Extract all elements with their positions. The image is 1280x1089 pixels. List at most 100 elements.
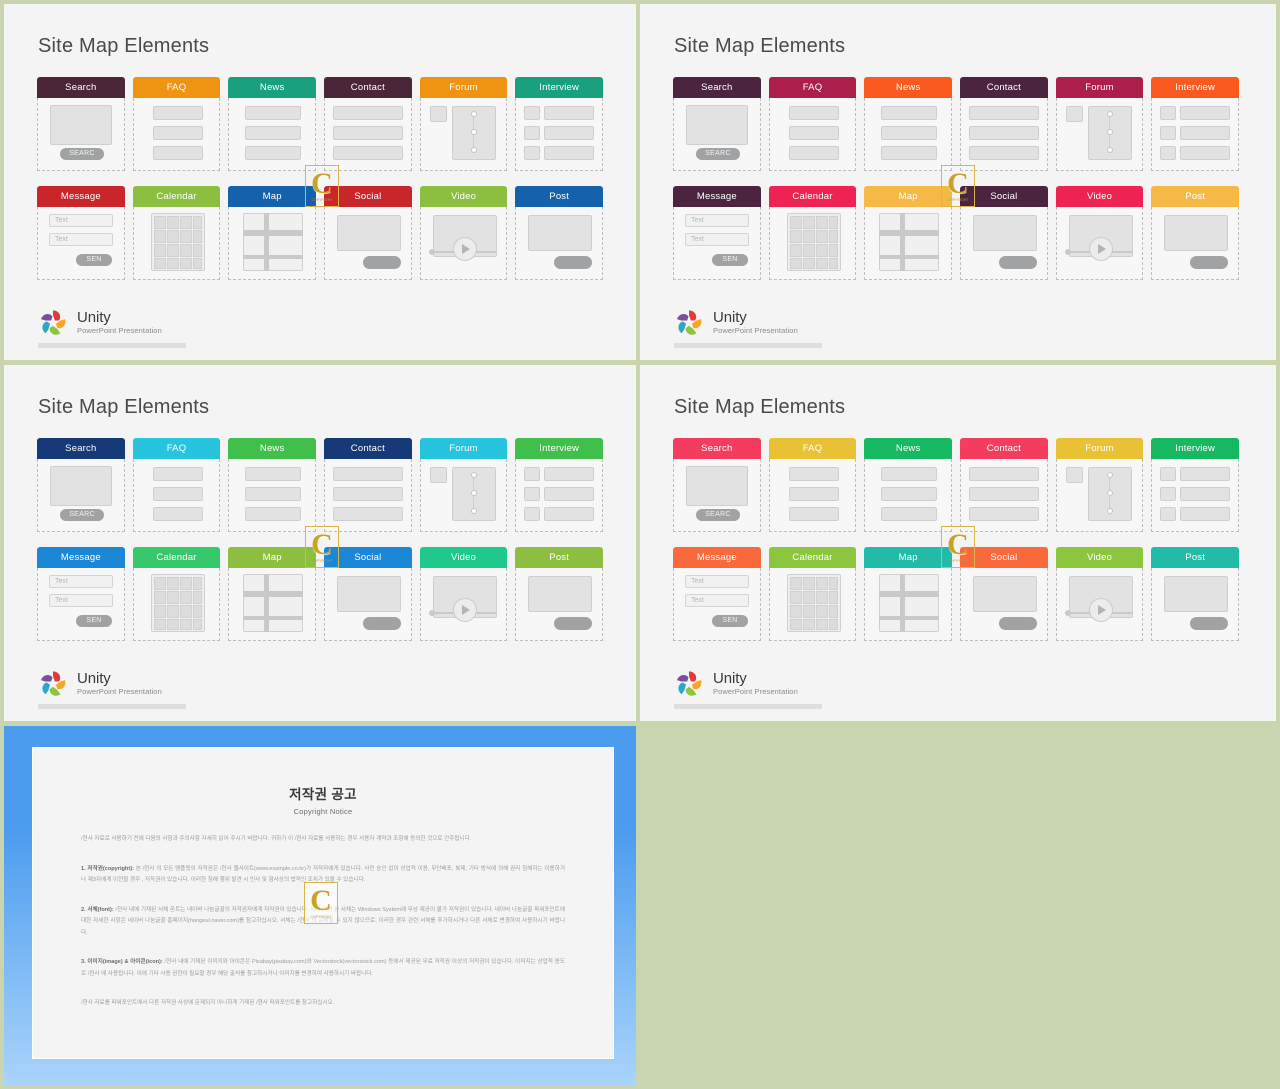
card-map[interactable]: Map xyxy=(864,186,953,280)
card-social[interactable]: Social xyxy=(960,547,1048,641)
card-message[interactable]: Message Text Text SEN xyxy=(37,186,125,280)
text-field-2[interactable]: Text xyxy=(685,594,749,607)
action-button[interactable] xyxy=(554,256,593,269)
search-button[interactable]: SEARC xyxy=(60,509,104,521)
card-interview[interactable]: Interview xyxy=(515,438,604,532)
text-field-1[interactable]: Text xyxy=(685,214,749,227)
card-search[interactable]: Search SEARC xyxy=(673,77,761,171)
card-social[interactable]: Social xyxy=(960,186,1048,280)
slide-panel-4[interactable]: Site Map Elements Search SEARC FAQ News … xyxy=(640,365,1276,721)
card-header: Map xyxy=(228,547,317,568)
screenshot-canvas: Site Map Elements Search SEARC FAQ News … xyxy=(0,0,1280,1089)
card-post[interactable]: Post xyxy=(1151,186,1240,280)
card-body-thread xyxy=(1055,98,1144,171)
card-map[interactable]: Map xyxy=(864,547,953,641)
search-button[interactable]: SEARC xyxy=(60,148,104,160)
card-post[interactable]: Post xyxy=(1151,547,1240,641)
card-body-post xyxy=(515,207,604,280)
card-header: Search xyxy=(673,77,761,98)
card-faq[interactable]: FAQ xyxy=(768,77,857,171)
card-post[interactable]: Post xyxy=(515,186,604,280)
action-button[interactable] xyxy=(999,617,1038,630)
card-video[interactable]: Video xyxy=(419,186,508,280)
text-field-1[interactable]: Text xyxy=(49,575,113,588)
card-social[interactable]: Social xyxy=(324,186,412,280)
slide-panel-2[interactable]: Site Map Elements Search SEARC FAQ News … xyxy=(640,4,1276,360)
card-news[interactable]: News xyxy=(864,438,953,532)
thread-dot-icon xyxy=(470,111,477,117)
card-calendar[interactable]: Calendar xyxy=(132,186,221,280)
card-interview[interactable]: Interview xyxy=(1151,438,1240,532)
card-news[interactable]: News xyxy=(228,438,317,532)
card-body-video xyxy=(1055,207,1144,280)
card-body-post xyxy=(960,207,1048,280)
search-button[interactable]: SEARC xyxy=(696,148,740,160)
send-button[interactable]: SEN xyxy=(76,254,112,266)
action-button[interactable] xyxy=(363,617,402,630)
card-search[interactable]: Search SEARC xyxy=(673,438,761,532)
send-button[interactable]: SEN xyxy=(712,615,748,627)
card-faq[interactable]: FAQ xyxy=(768,438,857,532)
card-forum[interactable]: Forum xyxy=(419,438,508,532)
text-field-2[interactable]: Text xyxy=(49,594,113,607)
card-faq[interactable]: FAQ xyxy=(132,438,221,532)
thread-dot-icon xyxy=(470,129,477,135)
card-calendar[interactable]: Calendar xyxy=(132,547,221,641)
card-news[interactable]: News xyxy=(864,77,953,171)
card-forum[interactable]: Forum xyxy=(1055,77,1144,171)
card-body-form: Text Text SEN xyxy=(37,568,125,641)
action-button[interactable] xyxy=(1190,617,1229,630)
card-search[interactable]: Search SEARC xyxy=(37,438,125,532)
card-message[interactable]: Message Text Text SEN xyxy=(673,547,761,641)
action-button[interactable] xyxy=(363,256,402,269)
card-video[interactable]: Video xyxy=(1055,186,1144,280)
card-message[interactable]: Message Text Text SEN xyxy=(673,186,761,280)
card-body-list xyxy=(768,459,857,532)
card-search[interactable]: Search SEARC xyxy=(37,77,125,171)
card-calendar[interactable]: Calendar xyxy=(768,186,857,280)
card-body-post xyxy=(324,568,412,641)
card-header: Post xyxy=(515,547,604,568)
card-contact[interactable]: Contact xyxy=(324,438,412,532)
slide-panel-1[interactable]: Site Map Elements Search SEARC FAQ News … xyxy=(4,4,636,360)
card-interview[interactable]: Interview xyxy=(1151,77,1240,171)
slide-panel-3[interactable]: Site Map Elements Search SEARC FAQ News … xyxy=(4,365,636,721)
card-video[interactable]: Video xyxy=(419,547,508,641)
action-button[interactable] xyxy=(554,617,593,630)
card-header: Interview xyxy=(1151,77,1240,98)
card-header: Message xyxy=(37,547,125,568)
send-button[interactable]: SEN xyxy=(76,615,112,627)
text-field-2[interactable]: Text xyxy=(49,233,113,246)
card-header: Message xyxy=(673,547,761,568)
card-faq[interactable]: FAQ xyxy=(132,77,221,171)
action-button[interactable] xyxy=(999,256,1038,269)
card-video[interactable]: Video xyxy=(1055,547,1144,641)
search-button[interactable]: SEARC xyxy=(696,509,740,521)
card-post[interactable]: Post xyxy=(515,547,604,641)
card-social[interactable]: Social xyxy=(324,547,412,641)
card-body-calendar xyxy=(768,207,857,280)
copyright-slide-panel[interactable]: 저작권 공고 Copyright Notice /현사 자료로 사용하기 전에 … xyxy=(4,726,636,1085)
action-button[interactable] xyxy=(1190,256,1229,269)
card-news[interactable]: News xyxy=(228,77,317,171)
card-contact[interactable]: Contact xyxy=(960,77,1048,171)
card-body-post xyxy=(515,568,604,641)
card-interview[interactable]: Interview xyxy=(515,77,604,171)
text-field-2[interactable]: Text xyxy=(685,233,749,246)
card-map[interactable]: Map xyxy=(228,186,317,280)
text-field-1[interactable]: Text xyxy=(49,214,113,227)
card-message[interactable]: Message Text Text SEN xyxy=(37,547,125,641)
card-contact[interactable]: Contact xyxy=(960,438,1048,532)
play-icon xyxy=(461,605,470,615)
card-map[interactable]: Map xyxy=(228,547,317,641)
text-field-1[interactable]: Text xyxy=(685,575,749,588)
card-body-calendar xyxy=(768,568,857,641)
copyright-title: 저작권 공고 xyxy=(289,787,357,802)
thread-dot-icon xyxy=(1106,490,1113,496)
card-forum[interactable]: Forum xyxy=(419,77,508,171)
send-button[interactable]: SEN xyxy=(712,254,748,266)
card-forum[interactable]: Forum xyxy=(1055,438,1144,532)
card-body-list xyxy=(132,459,221,532)
card-calendar[interactable]: Calendar xyxy=(768,547,857,641)
card-contact[interactable]: Contact xyxy=(324,77,412,171)
